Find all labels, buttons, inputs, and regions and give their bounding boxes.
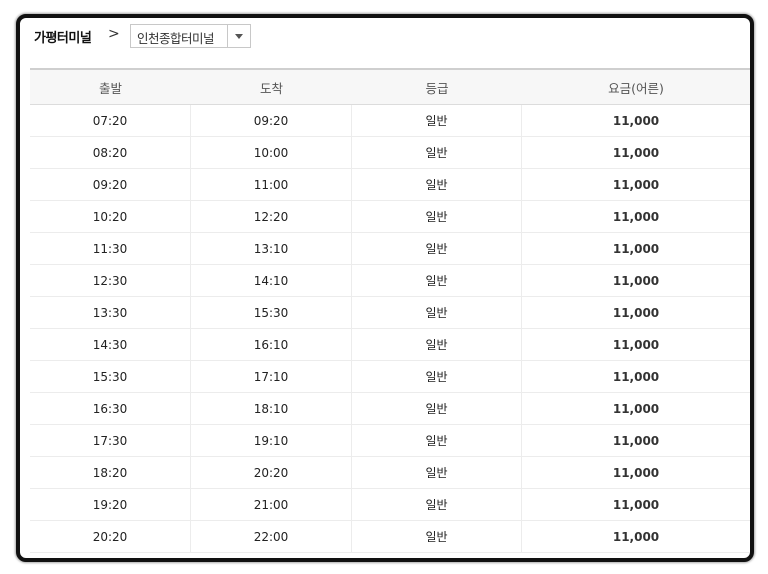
table-row: 20:20 22:00 일반 11,000 [30, 521, 750, 553]
grade-cell: 일반 [352, 169, 522, 200]
departure-cell: 15:30 [30, 361, 191, 392]
grade-cell: 일반 [352, 361, 522, 392]
header-grade: 등급 [425, 80, 449, 96]
select-divider [227, 25, 228, 47]
table-row: 12:30 14:10 일반 11,000 [30, 265, 750, 297]
timetable-frame: 가평터미널 > 인천종합터미널 출발 도착 등급 요금(어른) 07:20 09:… [16, 14, 754, 562]
grade-cell: 일반 [352, 329, 522, 360]
departure-cell: 12:30 [30, 265, 191, 296]
arrival-cell: 18:10 [191, 393, 352, 424]
table-row: 15:30 17:10 일반 11,000 [30, 361, 750, 393]
fare-cell: 11,000 [612, 241, 660, 256]
header-fare: 요금(어른) [608, 80, 664, 96]
fare-cell: 11,000 [612, 529, 660, 544]
arrival-cell: 22:00 [191, 521, 352, 552]
fare-cell: 11,000 [612, 145, 660, 160]
header-departure: 출발 [98, 80, 122, 96]
table-row: 18:20 20:20 일반 11,000 [30, 457, 750, 489]
table-body: 07:20 09:20 일반 11,000 08:20 10:00 일반 11,000 09:2… [30, 105, 750, 553]
fare-cell: 11,000 [612, 465, 660, 480]
fare-cell: 11,000 [612, 369, 660, 384]
departure-cell: 18:20 [30, 457, 191, 488]
arrival-cell: 10:00 [191, 137, 352, 168]
departure-cell: 16:30 [30, 393, 191, 424]
arrival-cell: 09:20 [191, 105, 352, 136]
arrival-cell: 17:10 [191, 361, 352, 392]
route-bar: 가평터미널 > 인천종합터미널 [20, 24, 750, 50]
grade-cell: 일반 [352, 521, 522, 552]
chevron-right-icon: > [108, 26, 120, 42]
arrival-cell: 19:10 [191, 425, 352, 456]
table-row: 08:20 10:00 일반 11,000 [30, 137, 750, 169]
table-row: 10:20 12:20 일반 11,000 [30, 201, 750, 233]
table-row: 17:30 19:10 일반 11,000 [30, 425, 750, 457]
grade-cell: 일반 [352, 265, 522, 296]
grade-cell: 일반 [352, 457, 522, 488]
fare-cell: 11,000 [612, 497, 660, 512]
fare-cell: 11,000 [612, 177, 660, 192]
grade-cell: 일반 [352, 201, 522, 232]
timetable: 출발 도착 등급 요금(어른) 07:20 09:20 일반 11,000 08:20 1… [30, 68, 750, 553]
fare-cell: 11,000 [612, 401, 660, 416]
grade-cell: 일반 [352, 425, 522, 456]
table-header: 출발 도착 등급 요금(어른) [30, 70, 750, 105]
table-row: 19:20 21:00 일반 11,000 [30, 489, 750, 521]
origin-terminal-label: 가평터미널 [34, 31, 92, 46]
table-row: 13:30 15:30 일반 11,000 [30, 297, 750, 329]
fare-cell: 11,000 [612, 113, 660, 128]
arrival-cell: 16:10 [191, 329, 352, 360]
arrival-cell: 11:00 [191, 169, 352, 200]
arrival-cell: 13:10 [191, 233, 352, 264]
table-row: 07:20 09:20 일반 11,000 [30, 105, 750, 137]
departure-cell: 07:20 [30, 105, 191, 136]
departure-cell: 17:30 [30, 425, 191, 456]
table-row: 09:20 11:00 일반 11,000 [30, 169, 750, 201]
fare-cell: 11,000 [612, 337, 660, 352]
fare-cell: 11,000 [612, 273, 660, 288]
departure-cell: 10:20 [30, 201, 191, 232]
caret-down-icon[interactable] [235, 34, 243, 39]
grade-cell: 일반 [352, 489, 522, 520]
arrival-cell: 15:30 [191, 297, 352, 328]
arrival-cell: 14:10 [191, 265, 352, 296]
departure-cell: 19:20 [30, 489, 191, 520]
departure-cell: 08:20 [30, 137, 191, 168]
departure-cell: 20:20 [30, 521, 191, 552]
header-arrival: 도착 [259, 80, 283, 96]
arrival-cell: 12:20 [191, 201, 352, 232]
grade-cell: 일반 [352, 297, 522, 328]
grade-cell: 일반 [352, 137, 522, 168]
fare-cell: 11,000 [612, 209, 660, 224]
departure-cell: 14:30 [30, 329, 191, 360]
table-row: 16:30 18:10 일반 11,000 [30, 393, 750, 425]
table-row: 14:30 16:10 일반 11,000 [30, 329, 750, 361]
grade-cell: 일반 [352, 105, 522, 136]
grade-cell: 일반 [352, 233, 522, 264]
departure-cell: 09:20 [30, 169, 191, 200]
departure-cell: 11:30 [30, 233, 191, 264]
fare-cell: 11,000 [612, 433, 660, 448]
destination-select-value: 인천종합터미널 [137, 31, 215, 46]
departure-cell: 13:30 [30, 297, 191, 328]
grade-cell: 일반 [352, 393, 522, 424]
arrival-cell: 21:00 [191, 489, 352, 520]
table-row: 11:30 13:10 일반 11,000 [30, 233, 750, 265]
fare-cell: 11,000 [612, 305, 660, 320]
destination-select[interactable]: 인천종합터미널 [130, 24, 251, 48]
arrival-cell: 20:20 [191, 457, 352, 488]
